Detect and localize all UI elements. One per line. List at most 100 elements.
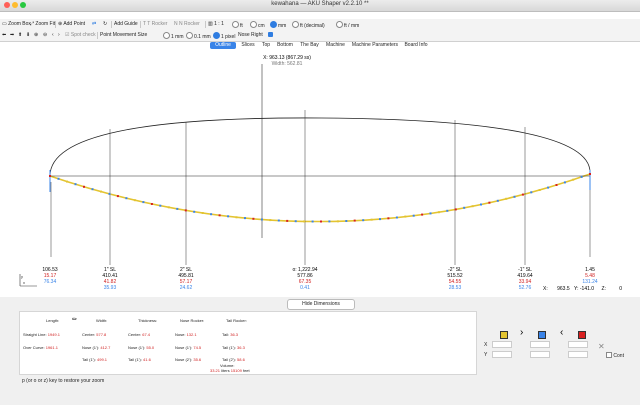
- control-point[interactable]: [57, 177, 60, 180]
- control-point[interactable]: [370, 218, 373, 221]
- zoom-out-icon[interactable]: ⊖: [43, 32, 47, 39]
- add-guide-button[interactable]: Add Guide: [114, 21, 138, 28]
- zoom-fit-button[interactable]: ⤢ Zoom Fit: [30, 21, 55, 28]
- control-point[interactable]: [252, 217, 255, 220]
- control-point[interactable]: [555, 184, 558, 186]
- control-point[interactable]: [269, 219, 272, 222]
- control-point[interactable]: [463, 206, 466, 209]
- control-point[interactable]: [471, 205, 474, 208]
- nose-right-checkbox[interactable]: [268, 32, 273, 39]
- arrow-right-icon[interactable]: ➡: [10, 32, 14, 39]
- control-point[interactable]: [244, 217, 246, 220]
- control-point[interactable]: [589, 173, 591, 175]
- t-rocker-button[interactable]: T T Rocker: [143, 21, 167, 28]
- pencil-icon[interactable]: ✏: [72, 316, 77, 323]
- side-y-input-1[interactable]: [492, 351, 512, 358]
- side-x-input-2[interactable]: [530, 341, 550, 348]
- control-point[interactable]: [235, 216, 238, 219]
- arrow-down-icon[interactable]: ⬇: [26, 32, 30, 39]
- control-point[interactable]: [83, 185, 85, 188]
- control-point[interactable]: [133, 199, 136, 202]
- cont-checkbox[interactable]: Cont: [606, 352, 624, 359]
- control-point[interactable]: [530, 191, 533, 194]
- control-point[interactable]: [496, 199, 499, 202]
- tab-bottom[interactable]: Bottom: [274, 42, 296, 49]
- control-point[interactable]: [277, 219, 280, 222]
- outline-canvas[interactable]: X: 963.13 (867.29 ss) Width: 562.81 x y …: [17, 52, 627, 292]
- board-outline-drawing[interactable]: x y: [17, 52, 627, 292]
- unit-ft-radio[interactable]: ft: [232, 21, 243, 30]
- arrow-up-icon[interactable]: ⬆: [18, 32, 22, 39]
- control-point[interactable]: [184, 209, 187, 212]
- control-point[interactable]: [142, 201, 145, 204]
- control-point[interactable]: [538, 189, 541, 191]
- control-point[interactable]: [421, 213, 424, 216]
- control-point[interactable]: [387, 217, 390, 220]
- side-y-input-3[interactable]: [568, 351, 588, 358]
- zoom-in-icon[interactable]: ⊕: [34, 32, 38, 39]
- control-point[interactable]: [480, 203, 482, 206]
- control-point[interactable]: [404, 215, 407, 218]
- control-point[interactable]: [336, 220, 339, 223]
- control-point[interactable]: [176, 207, 179, 210]
- control-point[interactable]: [218, 214, 221, 217]
- control-point[interactable]: [572, 178, 575, 181]
- control-point[interactable]: [379, 218, 381, 221]
- red-swatch[interactable]: [578, 331, 586, 339]
- control-point[interactable]: [227, 215, 230, 218]
- control-point[interactable]: [193, 210, 196, 213]
- arrow-left-icon[interactable]: ⬅: [2, 32, 6, 39]
- control-point[interactable]: [294, 220, 297, 223]
- spot-check-button[interactable]: ☑ Spot check: [65, 32, 96, 39]
- zoom-box-button[interactable]: ▭ Zoom Box: [2, 21, 31, 28]
- move-1px-radio[interactable]: 1 pixel: [213, 32, 235, 41]
- tab-machine[interactable]: Machine: [323, 42, 348, 49]
- move-icon[interactable]: ⇄: [92, 21, 96, 28]
- control-point[interactable]: [345, 220, 348, 222]
- chevron-right-icon[interactable]: ›: [520, 327, 523, 338]
- unit-ft-mm-radio[interactable]: ft / mm: [336, 21, 359, 30]
- unit-ft-decimal-radio[interactable]: ft (decimal): [292, 21, 325, 30]
- tab-board-info[interactable]: Board Info: [402, 42, 430, 49]
- scale-button[interactable]: ▥ 1 : 1: [208, 21, 224, 28]
- redo-icon[interactable]: ↻: [103, 21, 107, 28]
- tab-slices[interactable]: Slices: [238, 42, 258, 49]
- control-point[interactable]: [150, 203, 153, 205]
- chevron-right-icon[interactable]: ›: [58, 32, 60, 39]
- control-point[interactable]: [446, 209, 449, 212]
- control-point[interactable]: [303, 220, 306, 223]
- control-point[interactable]: [311, 220, 314, 223]
- control-point[interactable]: [108, 192, 111, 195]
- tab-machine-parameters[interactable]: Machine Parameters: [350, 42, 400, 49]
- control-point[interactable]: [116, 195, 119, 198]
- side-x-input-1[interactable]: [492, 341, 512, 348]
- control-point[interactable]: [328, 220, 331, 223]
- move-1mm-radio[interactable]: 1 mm: [163, 32, 184, 41]
- tab-the-bay[interactable]: The Bay: [297, 42, 322, 49]
- side-y-input-2[interactable]: [530, 351, 550, 358]
- control-point[interactable]: [167, 206, 170, 209]
- control-point[interactable]: [353, 219, 356, 222]
- close-icon[interactable]: ✕: [598, 342, 605, 351]
- control-point[interactable]: [488, 201, 491, 204]
- control-point[interactable]: [412, 214, 415, 217]
- control-point[interactable]: [260, 218, 263, 221]
- tab-outline[interactable]: Outline: [210, 42, 236, 49]
- control-point[interactable]: [395, 216, 398, 219]
- control-point[interactable]: [66, 180, 68, 183]
- control-point[interactable]: [201, 212, 204, 214]
- add-point-button[interactable]: ⊕ Add Point: [58, 21, 85, 28]
- control-point[interactable]: [547, 186, 550, 189]
- chevron-left-icon[interactable]: ‹: [52, 32, 54, 39]
- move-01mm-radio[interactable]: 0.1 mm: [186, 32, 211, 41]
- control-point[interactable]: [74, 183, 77, 186]
- control-point[interactable]: [159, 204, 162, 207]
- control-point[interactable]: [521, 193, 524, 196]
- yellow-swatch[interactable]: [500, 331, 508, 339]
- control-point[interactable]: [210, 213, 213, 216]
- control-point[interactable]: [320, 220, 322, 223]
- unit-cm-radio[interactable]: cm: [250, 21, 265, 30]
- control-point[interactable]: [125, 197, 128, 200]
- n-rocker-button[interactable]: N N Rocker: [174, 21, 200, 28]
- side-x-input-3[interactable]: [568, 341, 588, 348]
